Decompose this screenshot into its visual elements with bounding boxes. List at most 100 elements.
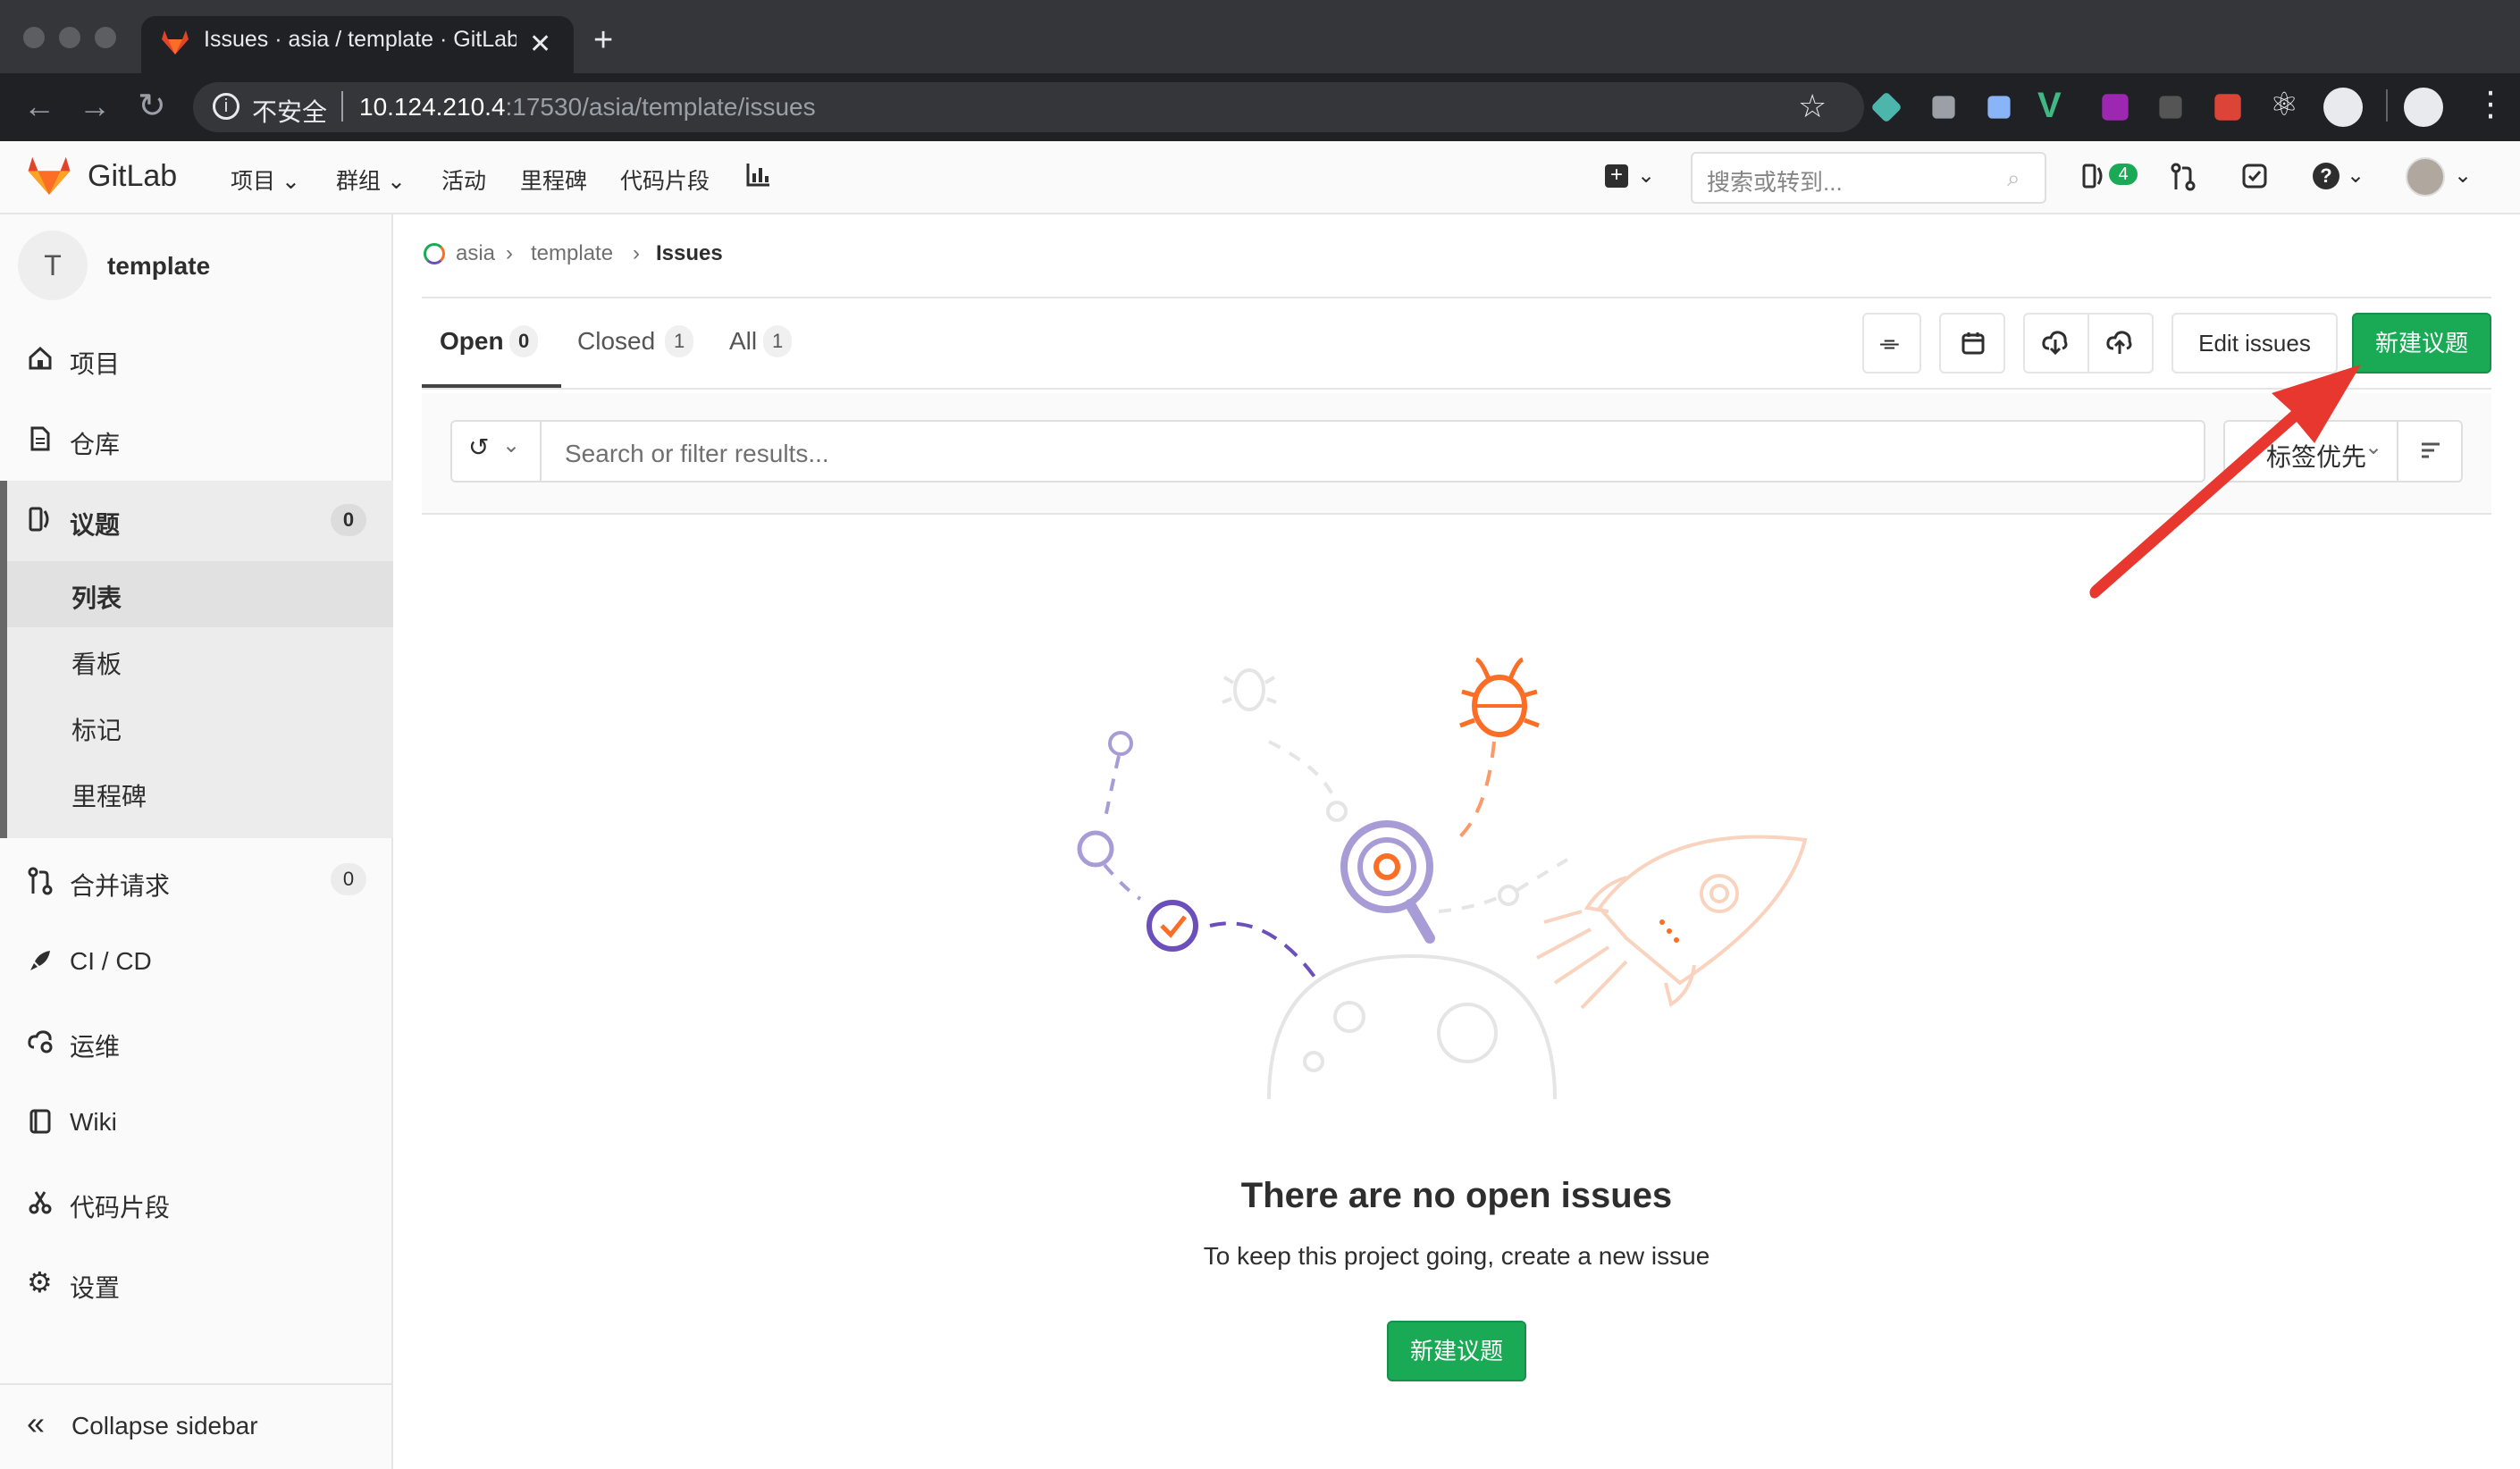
nav-snippets[interactable]: 代码片段 — [620, 164, 710, 196]
todo-check-icon[interactable] — [2241, 163, 2268, 189]
calendar-button[interactable] — [1939, 313, 2005, 374]
sidebar-subitem-list[interactable]: 列表 — [71, 579, 122, 615]
extension-icon[interactable] — [2159, 96, 2182, 119]
empty-state-new-issue-button[interactable]: 新建议题 — [1387, 1321, 1526, 1381]
merge-request-icon — [27, 867, 54, 895]
sidebar-item-project[interactable]: 项目 — [70, 345, 120, 381]
tab-closed[interactable]: Closed — [577, 327, 655, 356]
cloud-gear-icon — [27, 1028, 55, 1054]
home-icon — [27, 345, 54, 372]
breadcrumb-group[interactable]: asia — [456, 241, 495, 266]
project-name[interactable]: template — [107, 252, 210, 281]
chevron-down-icon: ⌄ — [502, 433, 521, 457]
sidebar-item-merge-requests[interactable]: 合并请求 — [70, 867, 170, 902]
security-label: 不安全 — [252, 98, 328, 126]
back-icon[interactable]: ← — [23, 88, 55, 125]
window-minimize-button[interactable] — [59, 27, 80, 48]
tab-title: Issues · asia / template · GitLab — [204, 27, 517, 52]
forward-icon[interactable]: → — [79, 88, 111, 125]
chevron-down-icon: ⌄ — [386, 169, 406, 194]
breadcrumb-chevron-icon: › — [633, 241, 640, 265]
sidebar-issues-section — [0, 481, 393, 838]
chevron-down-icon[interactable]: ⌄ — [2347, 163, 2365, 189]
sidebar-item-settings[interactable]: 设置 — [70, 1269, 120, 1305]
nav-issues-button[interactable]: 4 — [2082, 163, 2138, 189]
sidebar-item-issues[interactable]: 议题 — [70, 506, 120, 541]
breadcrumb-project[interactable]: template — [531, 241, 613, 266]
empty-state-title: There are no open issues — [1240, 1176, 1673, 1215]
breadcrumb-divider — [422, 297, 2491, 298]
nav-groups-label: 群组 — [336, 169, 382, 194]
extension-icon[interactable] — [2323, 88, 2363, 127]
tab-open[interactable]: Open — [440, 327, 504, 356]
info-icon[interactable]: i — [213, 93, 239, 120]
sidebar-subitem-milestones[interactable]: 里程碑 — [71, 777, 147, 813]
plus-icon[interactable]: + — [1605, 164, 1628, 188]
search-icon: ⌕ — [2007, 164, 2020, 191]
browser-menu-icon[interactable]: ⋮ — [2474, 84, 2507, 124]
merge-requests-count-badge: 0 — [331, 863, 366, 895]
tab-close-icon[interactable]: ✕ — [529, 29, 551, 60]
new-tab-icon[interactable]: + — [593, 21, 613, 60]
sidebar-item-repository[interactable]: 仓库 — [70, 425, 120, 461]
sidebar-item-operations[interactable]: 运维 — [70, 1028, 120, 1063]
chevron-down-icon: ⌄ — [281, 169, 300, 194]
vue-devtools-icon[interactable]: V — [2037, 86, 2062, 126]
extension-icon[interactable] — [2214, 94, 2241, 121]
sidebar-item-wiki[interactable]: Wiki — [70, 1108, 117, 1137]
tab-all[interactable]: All — [729, 327, 757, 356]
nav-milestones[interactable]: 里程碑 — [520, 164, 587, 196]
chevron-down-icon[interactable]: ⌄ — [1637, 163, 1655, 189]
rss-icon: ⌯ — [1880, 329, 1899, 356]
help-icon[interactable]: ? — [2313, 163, 2339, 189]
toolbar-divider — [2386, 89, 2388, 122]
issues-count-badge: 0 — [331, 504, 366, 536]
history-icon: ↺ — [468, 433, 490, 461]
project-avatar[interactable]: T — [18, 231, 88, 300]
nav-projects[interactable]: 项目 ⌄ — [231, 164, 300, 196]
bookmark-star-icon[interactable]: ☆ — [1798, 88, 1827, 125]
active-subitem-bg — [7, 561, 393, 627]
window-close-button[interactable] — [23, 27, 45, 48]
rss-button[interactable]: ⌯ — [1862, 313, 1921, 374]
extension-icon[interactable] — [1987, 96, 2011, 119]
chart-icon[interactable] — [745, 161, 772, 188]
nav-projects-label: 项目 — [231, 169, 276, 194]
profile-avatar[interactable] — [2404, 88, 2443, 127]
chevron-down-icon[interactable]: ⌄ — [2454, 163, 2472, 189]
annotation-arrow-icon — [2073, 340, 2377, 608]
url-path: :17530/asia/template/issues — [505, 93, 816, 121]
tab-all-count: 1 — [763, 325, 793, 357]
window-maximize-button[interactable] — [95, 27, 116, 48]
reload-icon[interactable]: ↻ — [138, 86, 166, 126]
gitlab-brand[interactable]: GitLab — [88, 159, 177, 194]
doc-icon — [27, 425, 54, 452]
rocket-icon — [27, 947, 54, 974]
extension-icon[interactable] — [1932, 96, 1955, 119]
search-placeholder: 搜索或转到... — [1707, 169, 1843, 196]
collapse-sidebar-button[interactable]: Collapse sidebar — [71, 1412, 258, 1440]
nav-activity[interactable]: 活动 — [441, 164, 486, 196]
gitlab-favicon-icon — [161, 29, 189, 55]
user-avatar[interactable] — [2406, 157, 2445, 197]
sidebar-divider — [0, 1383, 393, 1385]
sidebar-subitem-labels[interactable]: 标记 — [71, 711, 122, 747]
react-devtools-icon[interactable]: ⚛ — [2270, 86, 2298, 123]
issues-icon — [27, 506, 54, 533]
cloud-download-icon[interactable] — [2041, 329, 2070, 356]
sort-direction-button[interactable] — [2397, 420, 2463, 483]
omnibox-divider — [341, 91, 343, 122]
sidebar-item-snippets[interactable]: 代码片段 — [70, 1188, 170, 1224]
nav-groups[interactable]: 群组 ⌄ — [336, 164, 406, 196]
url-text[interactable]: 10.124.210.4:17530/asia/template/issues — [359, 93, 816, 122]
project-sidebar — [0, 214, 393, 1469]
url-host: 10.124.210.4 — [359, 93, 506, 121]
recent-searches-button[interactable]: ↺ ⌄ — [450, 420, 542, 483]
extension-icon[interactable] — [2102, 94, 2129, 121]
sort-lines-icon — [2420, 440, 2441, 461]
sidebar-subitem-boards[interactable]: 看板 — [71, 645, 122, 681]
sidebar-item-cicd[interactable]: CI / CD — [70, 947, 152, 976]
collapse-chevron-icon[interactable]: « — [27, 1407, 45, 1440]
merge-request-icon[interactable] — [2170, 163, 2197, 191]
gitlab-logo-icon[interactable] — [27, 154, 71, 197]
